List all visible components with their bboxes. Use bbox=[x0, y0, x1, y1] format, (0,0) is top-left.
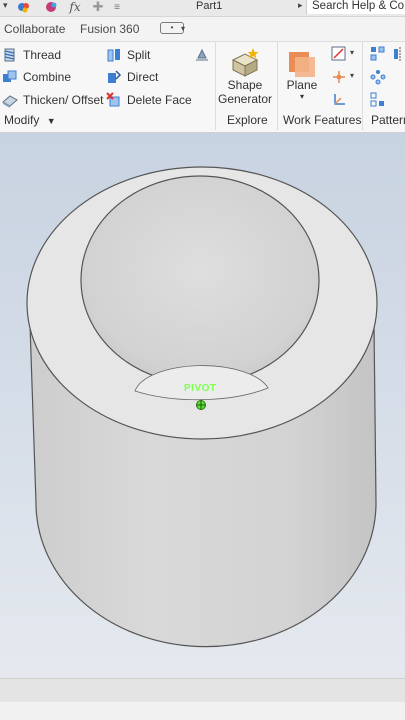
graphics-viewport[interactable]: PIVOT bbox=[0, 133, 405, 678]
point-icon[interactable] bbox=[331, 69, 347, 85]
chevron-down-icon[interactable]: ▾ bbox=[181, 24, 185, 33]
ucs-icon[interactable] bbox=[331, 92, 347, 108]
combine-button[interactable]: Combine bbox=[2, 67, 71, 87]
ribbon-panel: Thread Combine Thicken/ Offset Split Dir… bbox=[0, 42, 405, 133]
panel-divider bbox=[277, 42, 278, 130]
thread-icon bbox=[2, 47, 18, 63]
modify-panel-label: Modify bbox=[4, 113, 40, 127]
chevron-down-icon[interactable]: ▾ bbox=[350, 48, 354, 57]
shape-generator-label-2: Generator bbox=[217, 92, 273, 106]
split-label: Split bbox=[127, 48, 151, 62]
thread-label: Thread bbox=[23, 48, 62, 62]
mirror-icon[interactable] bbox=[392, 46, 405, 62]
status-bar bbox=[0, 678, 405, 703]
tab-collaborate[interactable]: Collaborate bbox=[4, 22, 65, 36]
axis-icon[interactable] bbox=[331, 46, 347, 62]
direct-button[interactable]: Direct bbox=[106, 67, 158, 87]
shape-generator-label-1: Shape bbox=[227, 78, 263, 92]
sketch-driven-pattern-icon[interactable] bbox=[370, 92, 386, 108]
thread-button[interactable]: Thread bbox=[2, 45, 61, 65]
combine-icon bbox=[2, 69, 18, 85]
shape-generator-button[interactable]: Shape Generator bbox=[218, 46, 272, 106]
direct-label: Direct bbox=[127, 70, 159, 84]
pivot-label: PIVOT bbox=[184, 383, 217, 394]
plane-icon bbox=[287, 48, 317, 78]
appearance-icon[interactable] bbox=[17, 1, 31, 13]
chevron-down-icon: ▼ bbox=[46, 116, 56, 126]
rectangular-pattern-icon[interactable] bbox=[370, 46, 386, 62]
chevron-down-icon[interactable]: ▾ bbox=[350, 71, 354, 80]
work-features-panel-label: Work Features bbox=[283, 113, 362, 127]
tab-fusion360[interactable]: Fusion 360 bbox=[80, 22, 139, 36]
search-help-input[interactable]: Search Help & Co bbox=[306, 0, 405, 14]
panel-divider bbox=[362, 42, 363, 130]
bottom-bar bbox=[0, 702, 405, 720]
quick-access-dropdown-icon[interactable]: ▾ bbox=[3, 0, 8, 11]
parameters-fx-icon[interactable]: fx bbox=[68, 0, 82, 14]
add-icon[interactable]: ✚ bbox=[91, 0, 105, 14]
direct-edit-icon bbox=[106, 69, 122, 85]
panel-divider bbox=[215, 42, 216, 130]
tube-model[interactable] bbox=[0, 133, 405, 678]
delete-face-icon bbox=[106, 92, 122, 108]
combine-label: Combine bbox=[23, 70, 72, 84]
document-title: Part1 bbox=[196, 0, 223, 12]
inner-bore bbox=[80, 175, 320, 385]
plane-button[interactable]: Plane ▾ bbox=[284, 48, 320, 102]
split-button[interactable]: Split bbox=[106, 45, 150, 65]
modify-extra-icon[interactable] bbox=[194, 46, 210, 62]
thicken-offset-label: Thicken/ Offset bbox=[23, 93, 104, 107]
material-icon[interactable] bbox=[45, 1, 59, 13]
explore-panel-label: Explore bbox=[227, 113, 268, 127]
pattern-panel-label: Pattern bbox=[371, 113, 405, 127]
delete-face-button[interactable]: Delete Face bbox=[106, 90, 192, 110]
thicken-offset-button[interactable]: Thicken/ Offset bbox=[2, 90, 103, 110]
ribbon-tabs: Collaborate Fusion 360 • ▾ bbox=[0, 17, 405, 42]
shape-generator-icon bbox=[229, 46, 261, 78]
circular-pattern-icon[interactable] bbox=[370, 69, 386, 85]
plane-label: Plane bbox=[286, 78, 318, 92]
expand-arrow-icon[interactable]: ▸ bbox=[298, 0, 303, 11]
delete-face-label: Delete Face bbox=[127, 93, 192, 107]
title-bar: ▾ fx ✚ ≡ Part1 ▸ Search Help & Co bbox=[0, 0, 405, 17]
modify-panel-dropdown[interactable]: Modify ▼ bbox=[4, 113, 56, 127]
thicken-icon bbox=[2, 92, 18, 108]
split-icon bbox=[106, 47, 122, 63]
chevron-down-icon: ▾ bbox=[299, 92, 304, 101]
customize-toolbar-icon[interactable]: ≡ bbox=[110, 1, 124, 13]
pivot-marker[interactable] bbox=[196, 400, 206, 410]
